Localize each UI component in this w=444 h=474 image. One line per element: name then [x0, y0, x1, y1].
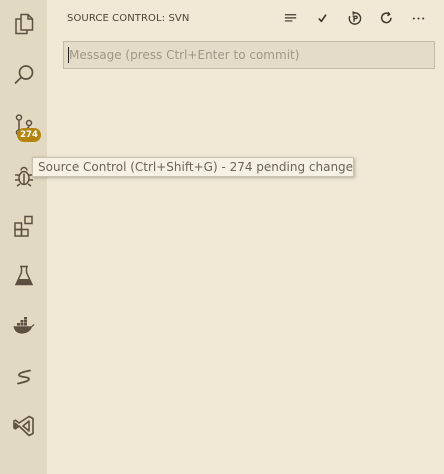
visual-studio-icon	[12, 415, 34, 437]
refresh-icon	[380, 11, 392, 23]
extensions-icon	[13, 215, 33, 237]
activity-search[interactable]	[0, 51, 47, 99]
activity-explorer[interactable]	[0, 0, 47, 48]
sidebar-title: SOURCE CONTROL: SVN	[67, 13, 190, 24]
activity-docker[interactable]	[0, 302, 47, 350]
more-actions-button[interactable]	[408, 8, 428, 28]
view-as-tree-button[interactable]	[280, 8, 300, 28]
squiggle-icon	[16, 369, 31, 385]
source-control-sidebar: SOURCE CONTROL: SVN	[47, 0, 444, 474]
check-icon	[317, 13, 326, 22]
list-icon	[284, 13, 296, 22]
sidebar-header: SOURCE CONTROL: SVN	[47, 0, 444, 36]
text-caret	[68, 47, 69, 63]
update-button[interactable]	[344, 8, 364, 28]
files-icon	[14, 13, 33, 35]
commit-button[interactable]	[312, 8, 332, 28]
activity-testing[interactable]	[0, 252, 47, 300]
search-icon	[13, 65, 33, 85]
pending-changes-badge: 274	[17, 128, 41, 142]
vscode-window: 274 SOURCE CONTROL: SVN Message (press C…	[0, 0, 444, 474]
update-icon	[348, 10, 361, 25]
flask-icon	[14, 265, 33, 286]
activity-liveshare[interactable]	[0, 352, 47, 400]
activity-bar: 274	[0, 0, 47, 474]
ellipsis-icon	[412, 16, 424, 20]
docker-icon	[13, 317, 34, 334]
commit-message-input[interactable]	[63, 41, 435, 69]
refresh-button[interactable]	[376, 8, 396, 28]
source-control-tooltip: Source Control (Ctrl+Shift+G) - 274 pend…	[32, 157, 354, 177]
activity-visual-studio[interactable]	[0, 402, 47, 450]
activity-extensions[interactable]	[0, 202, 47, 250]
